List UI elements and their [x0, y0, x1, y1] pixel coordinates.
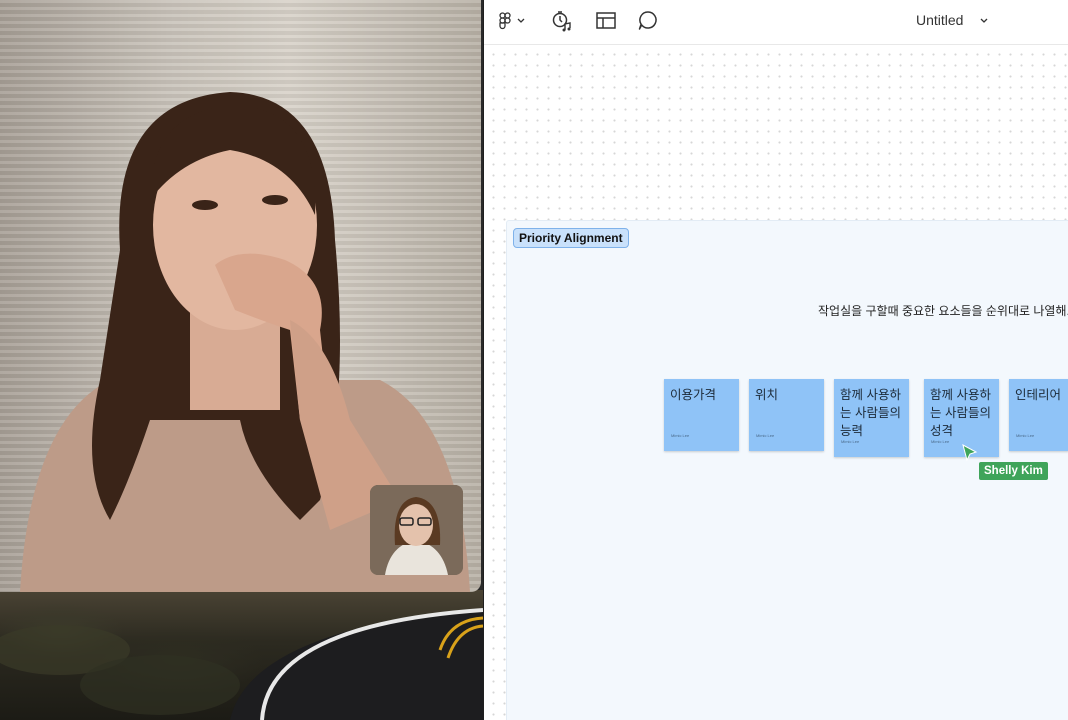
- figma-logo-icon: [499, 12, 525, 30]
- self-view-thumbnail[interactable]: [370, 485, 463, 575]
- sticky-note-author: Mimic Lee: [671, 433, 690, 438]
- sticky-note-text: 인테리어: [1015, 388, 1062, 402]
- sticky-note-author: Mimic Lee: [931, 439, 950, 444]
- section-label[interactable]: Priority Alignment: [513, 228, 629, 248]
- timer-music-button[interactable]: [550, 9, 574, 33]
- sticky-note[interactable]: 위치 Mimic Lee: [749, 379, 824, 451]
- sticky-note[interactable]: 이용가격 Mimic Lee: [664, 379, 739, 451]
- sticky-note-author: Mimic Lee: [841, 439, 860, 444]
- sticky-note[interactable]: 인테리어 Mimic Lee: [1009, 379, 1068, 451]
- comment-button[interactable]: [636, 9, 660, 33]
- video-call-window[interactable]: [0, 0, 481, 592]
- sticky-note[interactable]: 함께 사용하는 사람들의 능력 Mimic Lee: [834, 379, 909, 457]
- chevron-down-icon[interactable]: [978, 14, 990, 26]
- sticky-note-author: Mimic Lee: [756, 433, 775, 438]
- layout-button[interactable]: [594, 9, 618, 33]
- timer-music-icon: [552, 11, 571, 32]
- toolbar: Untitled: [484, 0, 1068, 45]
- desktop-wallpaper: [0, 590, 483, 720]
- sticky-note-text: 이용가격: [670, 388, 717, 402]
- sticky-note-author: Mimic Lee: [1016, 433, 1035, 438]
- comment-icon: [638, 11, 657, 30]
- collaborator-name-tag: Shelly Kim: [979, 462, 1048, 480]
- road-landscape-image: [0, 608, 483, 720]
- self-view-video: [370, 485, 463, 575]
- whiteboard-app: Untitled Priority Alignment 작업실을 구할때 중요한…: [483, 0, 1068, 720]
- sticky-note-text: 함께 사용하는 사람들의 능력: [840, 388, 901, 438]
- sticky-note-text: 함께 사용하는 사람들의 성격: [930, 388, 991, 438]
- main-menu-button[interactable]: [498, 9, 528, 33]
- sticky-note-text: 위치: [755, 388, 779, 402]
- prompt-text[interactable]: 작업실을 구할때 중요한 요소들을 순위대로 나열해.: [818, 302, 1068, 319]
- chevron-down-icon: [517, 18, 525, 23]
- document-title[interactable]: Untitled: [916, 12, 963, 28]
- layout-icon: [596, 12, 616, 29]
- collaborator-cursor-icon: [962, 444, 978, 462]
